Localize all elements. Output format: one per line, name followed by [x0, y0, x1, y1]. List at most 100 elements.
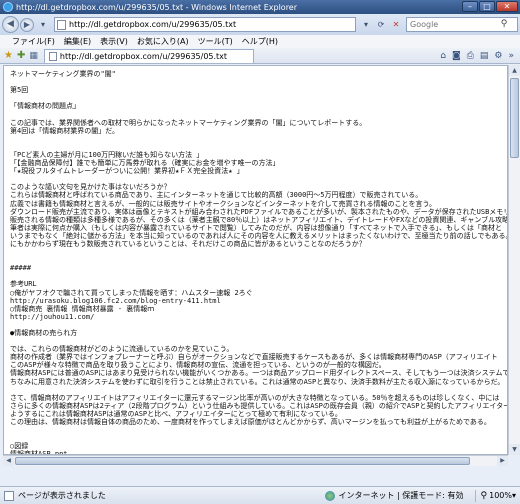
menu-edit[interactable]: 編集(E): [64, 36, 91, 47]
status-page-icon: [4, 490, 14, 501]
extra-menu-icon[interactable]: »: [508, 51, 514, 61]
add-favorites-icon[interactable]: ✚: [17, 50, 25, 61]
search-icon[interactable]: ⚲: [497, 18, 511, 31]
security-zone[interactable]: インターネット | 保護モード: 有効: [325, 490, 464, 501]
tab-label: http://dl.getdropbox.com/u/299635/05.txt: [59, 51, 228, 61]
document-line: 「PCど素人の主婦が月に100万円稼いだ誰も知らない方法 」: [10, 150, 204, 159]
tab-current-page[interactable]: http://dl.getdropbox.com/u/299635/05.txt: [43, 48, 254, 63]
maximize-button[interactable]: □: [479, 1, 495, 12]
zoom-icon: ⚲: [480, 490, 488, 501]
menu-tools[interactable]: ツール(T): [198, 36, 233, 47]
status-separator: [474, 489, 476, 502]
close-button[interactable]: ✕: [496, 1, 518, 12]
scroll-down-icon[interactable]: ▼: [509, 444, 520, 455]
document-line: この記事では、業界関係者への取材で明らかになったネットマーケティング業界の「闇」…: [10, 118, 367, 127]
document-line: 第4回は「情報商材業界の闇」だ。: [10, 126, 120, 135]
window-controls: – □ ✕: [461, 1, 518, 13]
document-line: いうまでもなく「絶対に儲かる方法」を本当に知っているのであれば人にその内容を人に…: [10, 231, 508, 240]
zoom-control[interactable]: ⚲ 100% ▾: [481, 491, 516, 501]
address-bar: ◀ ▶ ▾ ▾ ⟳ ✕ ⚲: [0, 14, 520, 35]
zone-text: インターネット | 保護モード: 有効: [338, 491, 464, 500]
document-line: さらに多くの情報商材ASPは2ティア（2段階プログラム）という仕組みも提供してい…: [10, 401, 508, 410]
url-dropdown-icon[interactable]: ▾: [359, 18, 373, 32]
document-line: 「★現役フルタイムトレーダーがついに公開！業界初★ＦＸ完全投資法★ 」: [10, 167, 244, 176]
status-text: ページが表示されました: [18, 491, 106, 500]
vertical-scrollbar[interactable]: ▲ ▼: [508, 65, 520, 455]
favorites-star-icon[interactable]: ★: [4, 50, 13, 61]
vertical-scroll-thumb[interactable]: [510, 78, 519, 158]
document-line: これらは情報商材と呼ばれている商品であり、主にインターネットを通じて比較的高額（…: [10, 191, 423, 200]
home-icon[interactable]: ⌂: [440, 51, 446, 61]
document-line: 「【金融商品保障付】誰でも簡単に万馬券が取れる（確実にお金を増やす唯一の方法」: [10, 159, 280, 168]
scroll-up-icon[interactable]: ▲: [509, 65, 520, 76]
document-line: ○図録: [10, 442, 29, 451]
tools-menu-icon[interactable]: ⚙: [494, 51, 502, 61]
feeds-icon[interactable]: ◙: [452, 51, 461, 61]
window-title: http://dl.getdropbox.com/u/299635/05.txt…: [16, 2, 298, 12]
document-line: 筆者は実際に何点か購入（もしくは内容が暴露されているサイトで閲覧）してみたのだが…: [10, 223, 503, 232]
quick-tabs-icon[interactable]: ▦: [29, 51, 38, 61]
document-line: http://urasoku.blog106.fc2.com/blog-entr…: [10, 296, 221, 305]
scroll-right-icon[interactable]: ▶: [497, 456, 508, 466]
document-line: この理由は、情報商材は情報自体の商品のため、一度商材を作ってしまえば原価がほとん…: [10, 418, 491, 427]
search-box: ⚲: [406, 17, 518, 32]
title-bar: http://dl.getdropbox.com/u/299635/05.txt…: [0, 0, 520, 14]
search-input[interactable]: [407, 20, 497, 29]
horizontal-scroll-thumb[interactable]: [15, 457, 470, 465]
forward-button[interactable]: ▶: [20, 17, 34, 32]
recent-pages-dropdown-icon[interactable]: ▾: [36, 18, 50, 32]
globe-icon: [325, 490, 336, 501]
menu-file[interactable]: ファイル(F): [12, 36, 55, 47]
menu-favorites[interactable]: お気に入り(A): [137, 36, 189, 47]
document-line: 情報商材ASPには普通のASPにはあまり見受けられない機能がいくつかある。一つは…: [10, 369, 508, 378]
print-icon[interactable]: ⎙: [467, 51, 474, 61]
page-menu-icon[interactable]: ▤: [480, 51, 489, 61]
url-input[interactable]: [69, 20, 355, 29]
document-line: 「情報商材の問題点」: [10, 102, 80, 111]
minimize-button[interactable]: –: [462, 1, 478, 12]
document-line: ダウンロード販売が主流であり、実体は画像とテキストが組み合わされたPDFファイル…: [10, 207, 508, 216]
zoom-dropdown-icon[interactable]: ▾: [512, 491, 516, 500]
document-line: にもかかわらず現在もう数販売されているということは、それだけこの商品に皆があると…: [10, 239, 366, 248]
document-line: ネットマーケティング業界の"闇": [10, 70, 116, 78]
document-text: ネットマーケティング業界の"闇" 第5回 「情報商材の問題点」 この記事では、業…: [10, 70, 508, 454]
document-line: http://jouhou11.com/: [10, 312, 95, 321]
menu-help[interactable]: ヘルプ(H): [242, 36, 278, 47]
document-line: 販売される情報の種類は多種多様であるが、その多くは（薬者主観で80％以上）はネッ…: [10, 215, 508, 224]
scroll-left-icon[interactable]: ◀: [3, 456, 14, 466]
status-bar: ページが表示されました インターネット | 保護モード: 有効 ⚲ 100% ▾: [0, 486, 520, 504]
document-line: #####: [10, 264, 32, 273]
command-toolbar: ★ ✚ ▦ http://dl.getdropbox.com/u/299635/…: [0, 48, 520, 64]
document-line: 第5回: [10, 86, 29, 95]
document-line: ようするにこれは情報商材ASPは通常のASPと比べ、アフィリエイターにとって極め…: [10, 409, 342, 418]
command-bar-icons: ⌂ ◙ ⎙ ▤ ⚙ »: [434, 51, 520, 61]
stop-icon[interactable]: ✕: [389, 18, 403, 32]
page-icon: [57, 19, 66, 30]
document-line: ○俺がヤフオクで騙されて買ってしまった情報を晒す：ハムスター速報 2ろぐ: [10, 288, 253, 297]
document-line: 広義では書籍も情報商材と言えるが、一般的には販売サイトやオークションなどインター…: [10, 199, 437, 208]
menu-view[interactable]: 表示(V): [100, 36, 128, 47]
document-line: さて、情報商材のアフィリエイトはアフィリエイターに還元するマージン比率が高いのが…: [10, 393, 500, 402]
zoom-level: 100%: [489, 491, 512, 500]
document-line: ●情報商材の売られ方: [10, 329, 78, 337]
document-line: ○情報商売 裏情報 情報商材暴露 - 裏情報ｍ: [10, 304, 155, 313]
menu-bar: ファイル(F) 編集(E) 表示(V) お気に入り(A) ツール(T) ヘルプ(…: [0, 35, 520, 48]
back-button[interactable]: ◀: [2, 16, 19, 33]
refresh-icon[interactable]: ⟳: [374, 18, 388, 32]
horizontal-scrollbar[interactable]: ◀ ▶: [3, 455, 508, 466]
url-box: [54, 17, 356, 32]
document-view[interactable]: ネットマーケティング業界の"闇" 第5回 「情報商材の問題点」 この記事では、業…: [3, 65, 508, 455]
document-line: 参考URL: [10, 280, 37, 289]
tab-page-icon: [48, 51, 57, 61]
